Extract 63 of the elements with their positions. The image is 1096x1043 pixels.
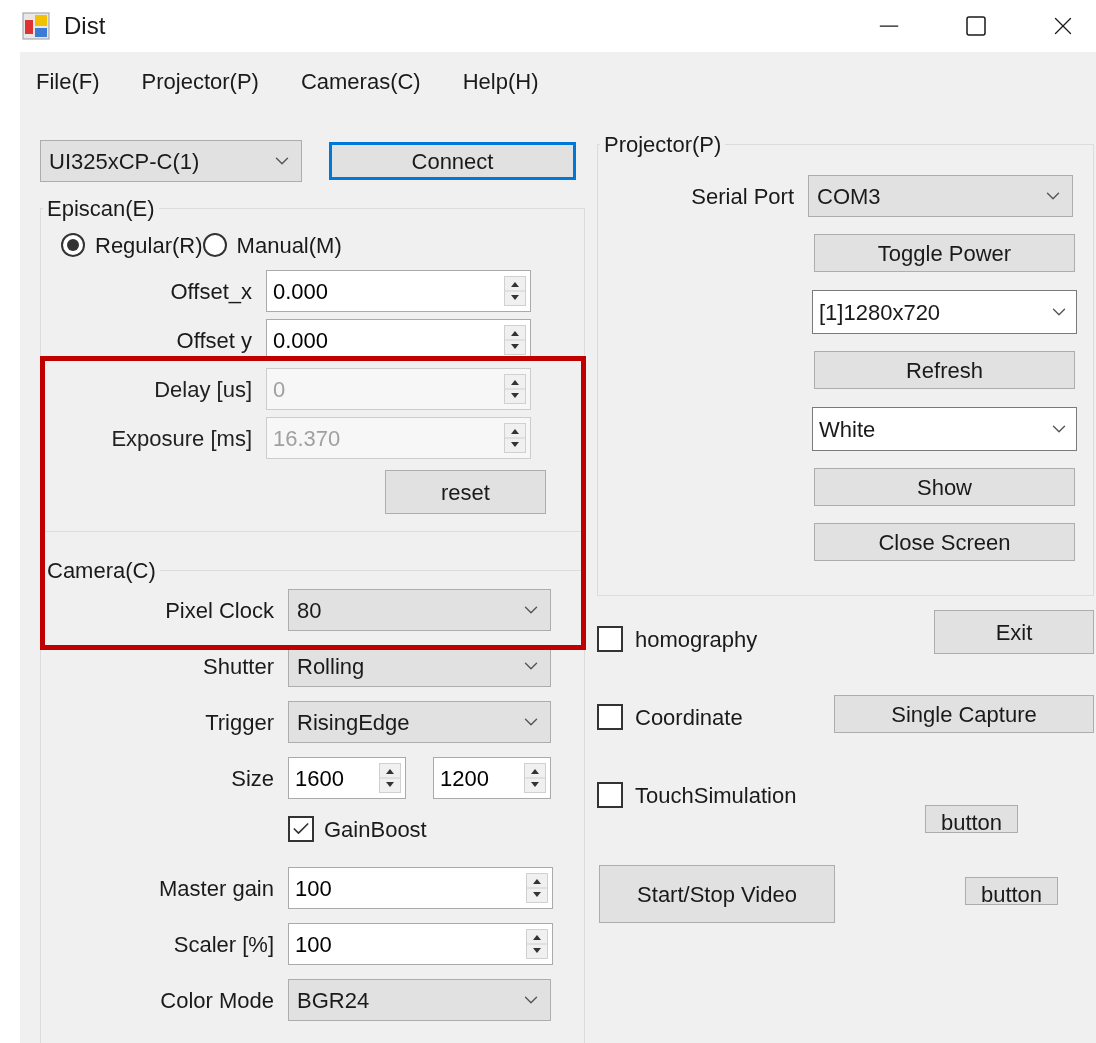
field-label: Pixel Clock xyxy=(165,596,274,625)
menu-item[interactable]: Cameras(C) xyxy=(300,64,421,98)
checkbox-label: homography xyxy=(635,625,758,654)
dropdown[interactable]: 80 xyxy=(288,589,551,631)
push-button[interactable]: Close Screen xyxy=(814,523,1075,561)
push-button[interactable]: button xyxy=(965,877,1058,905)
checkbox[interactable] xyxy=(597,626,623,652)
push-button[interactable]: Single Capture xyxy=(834,695,1094,733)
dropdown[interactable]: UI325xCP-C(1) xyxy=(40,140,302,182)
spin-field[interactable]: 1600 xyxy=(288,757,406,799)
group-title: Camera(C) xyxy=(46,557,157,585)
connect-button[interactable]: Connect xyxy=(329,142,576,180)
radio-button[interactable] xyxy=(61,233,85,257)
maximize-icon[interactable] xyxy=(964,14,988,38)
field-label: Trigger xyxy=(205,708,274,737)
checkbox-label: TouchSimulation xyxy=(635,781,797,810)
checkbox-label: GainBoost xyxy=(324,815,427,844)
spin-field[interactable]: 100 xyxy=(288,923,553,965)
spin-arrows-icon[interactable] xyxy=(524,763,546,793)
field-label: Master gain xyxy=(159,874,274,903)
field-label: Offset y xyxy=(176,326,252,355)
field-label: Serial Port xyxy=(691,182,794,211)
push-button[interactable]: button xyxy=(925,805,1018,833)
dropdown[interactable]: RisingEdge xyxy=(288,701,551,743)
spin-field[interactable]: 1200 xyxy=(433,757,551,799)
dropdown[interactable]: White xyxy=(812,407,1077,451)
menu-item[interactable]: Projector(P) xyxy=(141,64,259,98)
field-label: Scaler [%] xyxy=(173,930,274,959)
menu-item[interactable]: File(F) xyxy=(36,64,100,98)
group-title: Episcan(E) xyxy=(46,195,156,223)
spin-field[interactable]: 100 xyxy=(288,867,553,909)
checkbox-label: Coordinate xyxy=(635,703,743,732)
spin-arrows-icon[interactable] xyxy=(526,873,548,903)
menu-item[interactable]: Help(H) xyxy=(462,64,539,98)
field-label: Delay [us] xyxy=(154,375,252,404)
field-label: Exposure [ms] xyxy=(111,424,252,453)
spin-arrows-icon[interactable] xyxy=(504,276,526,306)
checkbox[interactable] xyxy=(597,782,623,808)
checkbox[interactable] xyxy=(288,816,314,842)
spin-field[interactable]: 0.000 xyxy=(266,270,531,312)
push-button[interactable]: Refresh xyxy=(814,351,1075,389)
dropdown[interactable]: [1]1280x720 xyxy=(812,290,1077,334)
spin-arrows-icon[interactable] xyxy=(379,763,401,793)
dropdown[interactable]: BGR24 xyxy=(288,979,551,1021)
push-button[interactable]: reset xyxy=(385,470,546,514)
push-button[interactable]: Toggle Power xyxy=(814,234,1075,272)
radio-button[interactable] xyxy=(202,233,227,257)
field-label: Offset_x xyxy=(170,277,252,306)
push-button[interactable]: Exit xyxy=(934,610,1094,654)
radio-label: Manual(M) xyxy=(236,231,342,260)
spin-arrows-icon[interactable] xyxy=(526,929,548,959)
window-title: Dist xyxy=(64,11,106,41)
app-icon xyxy=(22,12,50,40)
push-button[interactable]: Show xyxy=(814,468,1075,506)
push-button[interactable]: Start/Stop Video xyxy=(599,865,835,923)
group-title: Projector(P) xyxy=(603,131,723,159)
radio-label: Regular(R) xyxy=(95,231,203,260)
field-label: Size xyxy=(231,764,274,793)
checkbox[interactable] xyxy=(597,704,623,730)
dropdown[interactable]: COM3 xyxy=(808,175,1073,217)
spin-arrows-icon[interactable] xyxy=(504,325,526,355)
field-label: Shutter xyxy=(203,652,274,681)
field-label: Color Mode xyxy=(160,986,274,1015)
